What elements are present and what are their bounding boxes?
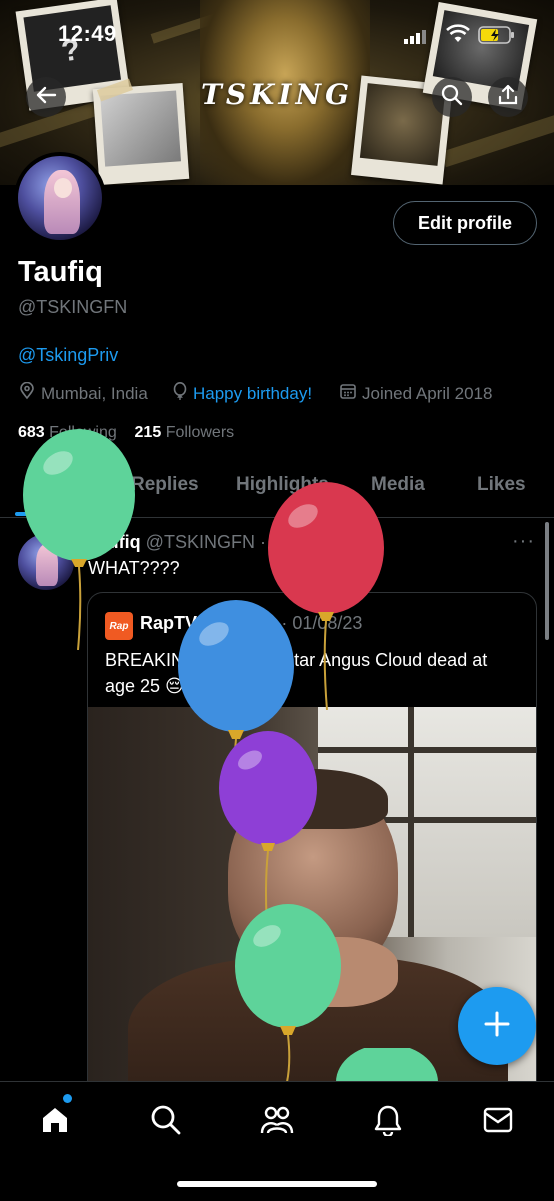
search-icon [150,1104,182,1141]
tweet-author-name[interactable]: Taufiq [88,532,141,552]
birthday-text[interactable]: Happy birthday! [193,384,312,404]
wifi-icon [446,24,470,44]
tab-divider [0,517,554,518]
tweet-avatar[interactable] [18,534,74,590]
scrollbar[interactable] [545,522,549,640]
location: Mumbai, India [18,381,148,405]
tab-posts[interactable]: Posts [29,474,81,496]
notifications-icon [373,1104,403,1141]
location-text: Mumbai, India [41,383,148,403]
balloon-icon [172,382,188,405]
quoted-tweet-header: RapTV @Rap · 01/08/23 [140,613,362,634]
plus-icon [483,1010,511,1043]
quoted-tweet-text: BREAKING: Euphoria star Angus Cloud dead… [105,650,488,696]
tab-highlights[interactable]: Highlights [236,474,329,496]
tweet-handle-date: @TSKINGFN · 01/08/23 [145,532,342,552]
status-time: 12:49 [58,21,117,46]
share-button[interactable] [488,77,528,117]
birthday[interactable]: Happy birthday! [172,382,312,405]
back-button[interactable] [26,77,66,117]
search-button[interactable] [432,77,472,117]
tab-replies[interactable]: Replies [131,474,199,496]
follow-stats: 683 Following 215 Followers [18,424,234,442]
location-pin-icon [18,381,36,405]
calendar-icon [339,382,357,405]
quoted-author-name: RapTV [140,613,198,633]
user-handle: @TSKINGFN [18,297,128,317]
join-date: Joined April 2018 [339,382,492,405]
search-icon [441,84,463,111]
nav-home[interactable] [35,1102,75,1142]
home-icon [39,1104,71,1141]
tab-likes[interactable]: Likes [477,474,526,496]
display-name: Taufiq [18,256,103,288]
followers-link[interactable]: 215 Followers [135,424,235,441]
more-options-icon[interactable]: ··· [512,530,535,553]
tweet-text: WHAT???? [88,558,180,578]
battery-icon [478,26,516,44]
raptv-logo: Rap [105,612,133,640]
following-link[interactable]: 683 Following [18,424,117,441]
nav-communities[interactable] [257,1102,297,1142]
nav-notifications[interactable] [368,1102,408,1142]
followers-count: 215 [134,424,162,441]
quoted-handle-date: @Rap · 01/08/23 [225,613,363,633]
active-tab-indicator [15,512,95,516]
home-indicator [177,1181,377,1187]
join-date-text: Joined April 2018 [362,383,493,403]
tab-media[interactable]: Media [371,474,425,496]
edit-profile-button[interactable]: Edit profile [393,201,537,245]
nav-search[interactable] [146,1102,186,1142]
share-icon [497,84,519,111]
home-notification-dot [63,1094,72,1103]
messages-icon [482,1106,514,1139]
compose-button[interactable] [458,987,536,1065]
following-label: Following [49,424,117,441]
avatar[interactable] [18,156,102,240]
followers-label: Followers [165,424,235,441]
avatar-frame[interactable] [14,152,106,244]
arrow-left-icon [35,84,57,111]
following-count: 683 [18,424,45,441]
nav-messages[interactable] [478,1102,518,1142]
verified-badge-icon [202,614,220,632]
tweet-header: Taufiq @TSKINGFN · 01/08/23 [88,532,341,553]
communities-icon [260,1104,294,1141]
bio-mention-link[interactable]: @TskingPriv [18,345,118,366]
signal-icon [404,28,430,44]
